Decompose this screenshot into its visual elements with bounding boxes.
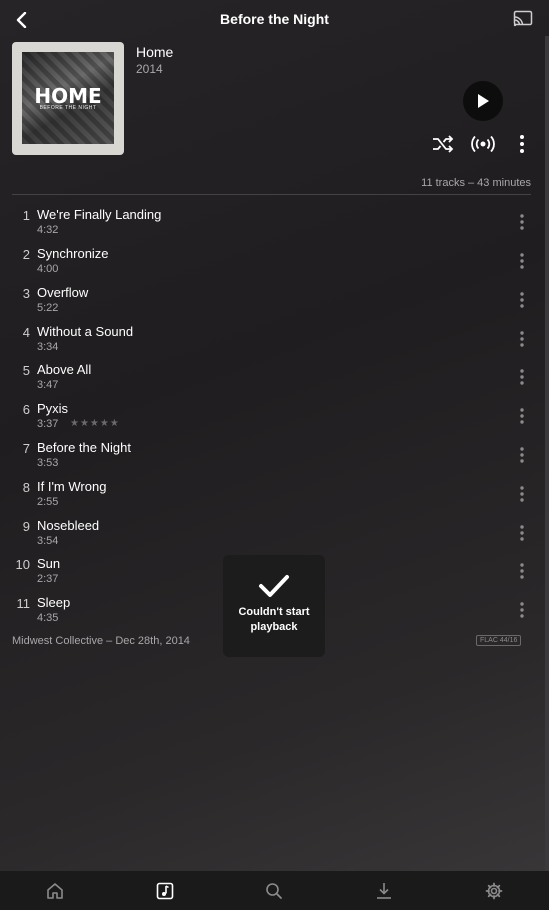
- track-duration: 4:00: [37, 263, 59, 275]
- track-summary: 11 tracks – 43 minutes: [421, 177, 531, 189]
- track-duration: 5:22: [37, 302, 59, 314]
- track-title: Pyxis: [37, 401, 69, 416]
- play-button[interactable]: [463, 81, 503, 121]
- track-row[interactable]: 5 Above All 3:47: [0, 358, 549, 396]
- track-row[interactable]: 4 Without a Sound 3:34: [0, 320, 549, 358]
- album-footer-info: Midwest Collective – Dec 28th, 2014: [12, 635, 190, 647]
- track-more-button[interactable]: [516, 524, 528, 542]
- track-number: 7: [22, 441, 30, 456]
- radio-icon: [471, 135, 495, 153]
- track-row[interactable]: 9 Nosebleed 3:54: [0, 514, 549, 552]
- track-number: 8: [22, 480, 30, 495]
- track-number: 2: [22, 247, 30, 262]
- track-more-button[interactable]: [516, 562, 528, 580]
- shuffle-button[interactable]: [432, 134, 454, 154]
- more-vertical-icon: [520, 602, 524, 618]
- track-number: 4: [22, 325, 30, 340]
- more-vertical-icon: [520, 369, 524, 385]
- more-vertical-icon: [520, 447, 524, 463]
- more-vertical-icon: [520, 331, 524, 347]
- track-number: 5: [22, 363, 30, 378]
- track-title: Sun: [37, 556, 61, 571]
- home-icon: [47, 882, 63, 899]
- track-row[interactable]: 6 Pyxis 3:37 ★★★★★: [0, 397, 549, 435]
- track-number: 1: [22, 208, 30, 223]
- bottom-nav: [0, 871, 549, 910]
- album-year: 2014: [136, 62, 163, 76]
- track-title: Above All: [37, 362, 92, 377]
- track-more-button[interactable]: [516, 213, 528, 231]
- track-more-button[interactable]: [516, 368, 528, 386]
- page-title: Before the Night: [220, 11, 329, 27]
- more-vertical-icon: [520, 408, 524, 424]
- more-vertical-icon: [520, 563, 524, 579]
- format-badge: FLAC 44/16: [476, 635, 522, 646]
- check-icon: [259, 575, 289, 597]
- track-rating[interactable]: ★★★★★: [70, 418, 120, 429]
- track-duration: 4:35: [37, 612, 59, 624]
- track-title: Sleep: [37, 595, 71, 610]
- track-more-button[interactable]: [516, 407, 528, 425]
- nav-home[interactable]: [0, 871, 110, 910]
- track-number: 6: [22, 402, 30, 417]
- album-more-button[interactable]: [516, 133, 528, 155]
- track-number: 10: [15, 557, 30, 572]
- track-more-button[interactable]: [516, 291, 528, 309]
- more-vertical-icon: [520, 253, 524, 269]
- track-duration: 2:37: [37, 573, 59, 585]
- play-icon: [478, 94, 489, 108]
- track-title: We're Finally Landing: [37, 207, 162, 222]
- cast-button[interactable]: [513, 10, 533, 28]
- nav-library[interactable]: [110, 871, 220, 910]
- track-more-button[interactable]: [516, 601, 528, 619]
- toast-message: Couldn't start playback: [238, 606, 310, 633]
- track-number: 3: [22, 286, 30, 301]
- nav-downloads[interactable]: [329, 871, 439, 910]
- cover-subtitle: BEFORE THE NIGHT: [39, 105, 97, 111]
- shuffle-icon: [433, 135, 454, 153]
- search-icon: [266, 882, 283, 899]
- nav-search[interactable]: [220, 871, 330, 910]
- track-duration: 3:53: [37, 457, 59, 469]
- gear-icon: [485, 882, 503, 899]
- track-number: 9: [22, 519, 30, 534]
- track-duration: 3:54: [37, 535, 59, 547]
- track-title: Overflow: [37, 285, 89, 300]
- track-row[interactable]: 1 We're Finally Landing 4:32: [0, 203, 549, 241]
- track-more-button[interactable]: [516, 446, 528, 464]
- nav-settings[interactable]: [439, 871, 549, 910]
- track-row[interactable]: 2 Synchronize 4:00: [0, 242, 549, 280]
- track-title: Synchronize: [37, 246, 109, 261]
- track-row[interactable]: 7 Before the Night 3:53: [0, 436, 549, 474]
- track-more-button[interactable]: [516, 485, 528, 503]
- radio-button[interactable]: [471, 134, 495, 154]
- toast: Couldn't start playback: [223, 555, 325, 657]
- divider: [12, 194, 531, 195]
- download-icon: [377, 882, 392, 899]
- music-note-icon: [156, 882, 173, 899]
- track-number: 11: [16, 596, 31, 611]
- album-cover[interactable]: HOME BEFORE THE NIGHT: [12, 42, 124, 155]
- track-row[interactable]: 3 Overflow 5:22: [0, 281, 549, 319]
- track-duration: 2:55: [37, 496, 59, 508]
- track-duration: 3:47: [37, 379, 59, 391]
- more-vertical-icon: [520, 525, 524, 541]
- more-vertical-icon: [520, 486, 524, 502]
- track-title: Nosebleed: [37, 518, 100, 533]
- track-duration: 3:37: [37, 418, 59, 430]
- track-duration: 3:34: [37, 341, 59, 353]
- track-more-button[interactable]: [516, 252, 528, 270]
- track-more-button[interactable]: [516, 330, 528, 348]
- track-row[interactable]: 8 If I'm Wrong 2:55: [0, 475, 549, 513]
- more-vertical-icon: [520, 214, 524, 230]
- more-vertical-icon: [520, 292, 524, 308]
- track-title: If I'm Wrong: [37, 479, 107, 494]
- more-vertical-icon: [520, 135, 524, 153]
- track-title: Without a Sound: [37, 324, 134, 339]
- track-duration: 4:32: [37, 224, 59, 236]
- track-title: Before the Night: [37, 440, 131, 455]
- cast-icon: [513, 10, 533, 27]
- album-name[interactable]: Home: [136, 44, 173, 60]
